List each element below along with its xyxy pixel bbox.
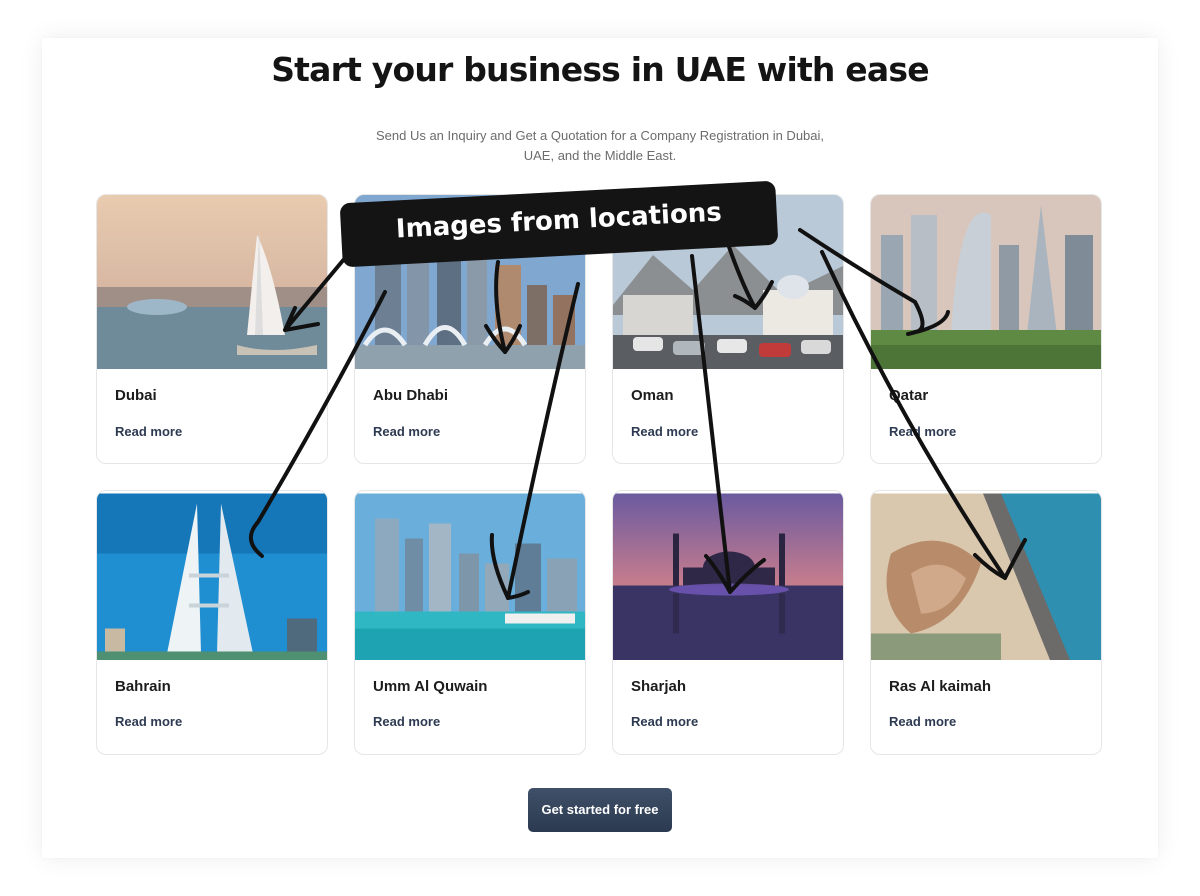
qatar-image (871, 195, 1101, 369)
read-more-link[interactable]: Read more (631, 714, 698, 729)
location-name: Dubai (115, 387, 157, 404)
read-more-link[interactable]: Read more (373, 424, 440, 439)
location-card-qatar[interactable]: Qatar Read more (870, 194, 1102, 464)
get-started-button[interactable]: Get started for free (528, 788, 672, 832)
location-name: Qatar (889, 387, 929, 404)
read-more-link[interactable]: Read more (889, 714, 956, 729)
umm-al-quwain-image (355, 491, 585, 660)
read-more-link[interactable]: Read more (889, 424, 956, 439)
location-name: Abu Dhabi (373, 387, 448, 404)
read-more-link[interactable]: Read more (373, 714, 440, 729)
page-subtitle: Send Us an Inquiry and Get a Quotation f… (375, 128, 825, 163)
sharjah-image (613, 491, 843, 660)
location-card-sharjah[interactable]: Sharjah Read more (612, 490, 844, 755)
location-card-ras-al-kaimah[interactable]: Ras Al kaimah Read more (870, 490, 1102, 755)
ras-al-kaimah-image (871, 491, 1101, 660)
location-name: Ras Al kaimah (889, 678, 991, 695)
location-card-umm-al-quwain[interactable]: Umm Al Quwain Read more (354, 490, 586, 755)
bahrain-image (97, 491, 327, 660)
location-name: Oman (631, 387, 674, 404)
read-more-link[interactable]: Read more (115, 714, 182, 729)
page-title: Start your business in UAE with ease (271, 50, 929, 89)
location-name: Sharjah (631, 678, 687, 695)
location-card-bahrain[interactable]: Bahrain Read more (96, 490, 328, 755)
dubai-image (97, 195, 327, 369)
read-more-link[interactable]: Read more (115, 424, 182, 439)
location-card-dubai[interactable]: Dubai Read more (96, 194, 328, 464)
location-name: Bahrain (115, 678, 171, 695)
location-name: Umm Al Quwain (373, 678, 488, 695)
read-more-link[interactable]: Read more (631, 424, 698, 439)
